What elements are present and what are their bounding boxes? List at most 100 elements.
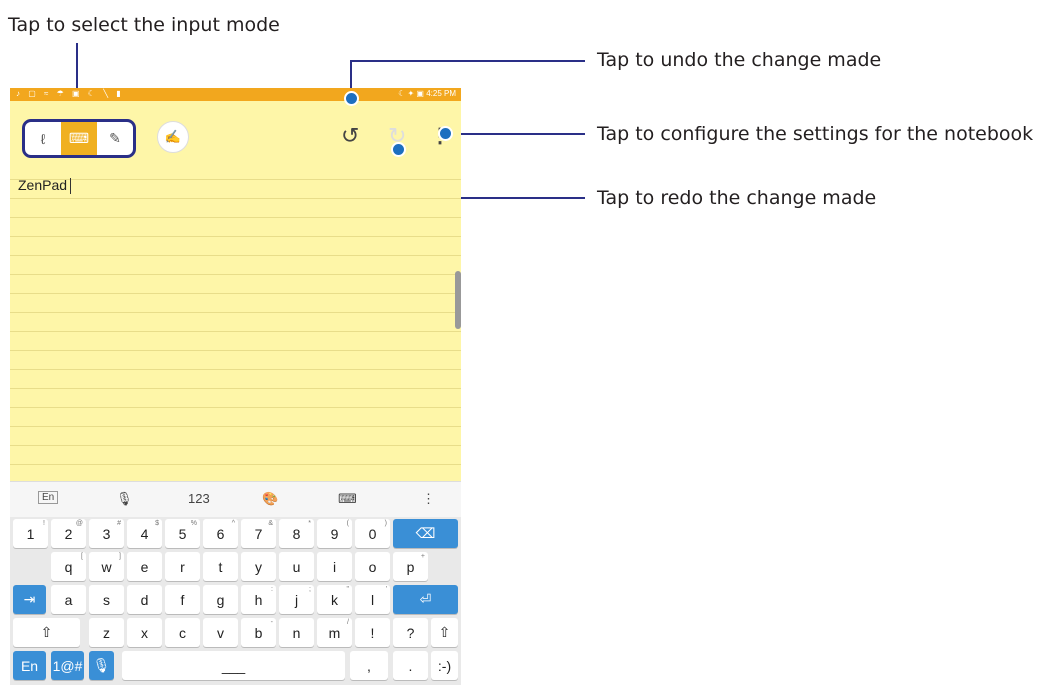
key-label: a <box>64 591 73 608</box>
scrollbar[interactable] <box>455 271 461 329</box>
key-r[interactable]: r <box>165 552 200 581</box>
key-b[interactable]: b- <box>241 618 276 647</box>
key-label: i <box>332 558 337 575</box>
key-z[interactable]: z <box>89 618 124 647</box>
key-j[interactable]: j; <box>279 585 314 614</box>
key-3[interactable]: 3 # <box>89 519 124 548</box>
key-a[interactable]: a <box>51 585 86 614</box>
key-i[interactable]: i <box>317 552 352 581</box>
more-options-icon[interactable]: ⋮ <box>422 491 435 507</box>
key-w[interactable]: w] <box>89 552 124 581</box>
key-d[interactable]: d <box>127 585 162 614</box>
key-m[interactable]: m / <box>317 618 352 647</box>
enter-key[interactable]: ⏎ <box>393 585 458 614</box>
key-c[interactable]: c <box>165 618 200 647</box>
key-9[interactable]: 9( <box>317 519 352 548</box>
key-g[interactable]: g <box>203 585 238 614</box>
key-label: l <box>370 591 375 608</box>
theme-icon[interactable]: 🎨 <box>262 491 278 507</box>
key-2[interactable]: 2 @ <box>51 519 86 548</box>
key-label: m <box>328 624 341 641</box>
keyboard: 1! 2 @3 #4 $5% 6 ^ 7 & 8 * 9(0) ⌫ q[w] e r t y u i o p + ⇥ a s d… <box>10 517 461 685</box>
key-1[interactable]: 1! <box>13 519 48 548</box>
key-6[interactable]: 6 ^ <box>203 519 238 548</box>
key-label: ___ <box>221 657 246 674</box>
key-secondary-label: * <box>308 520 311 527</box>
shift-key-right[interactable]: ⇧ <box>431 618 458 647</box>
numbers-button[interactable]: 123 <box>188 491 210 506</box>
key-v[interactable]: v <box>203 618 238 647</box>
language-key[interactable]: En <box>13 651 46 680</box>
key-7[interactable]: 7 & <box>241 519 276 548</box>
key-label: r <box>180 558 185 575</box>
status-icons-right: ☾ ✦ ▣ 4:25 PM <box>398 89 456 98</box>
key-o[interactable]: o <box>355 552 390 581</box>
key-label: p <box>406 558 415 575</box>
key-label: 2 <box>64 525 73 542</box>
key-q[interactable]: q[ <box>51 552 86 581</box>
key-u[interactable]: u <box>279 552 314 581</box>
space-key[interactable]: ___ <box>122 651 345 680</box>
keyboard-toolbar: En 🎙 123 🎨 ⌨ ⋮ <box>10 481 461 518</box>
callout-settings: Tap to configure the settings for the no… <box>597 123 1034 145</box>
key-secondary-label: " <box>346 586 350 593</box>
symbols-key[interactable]: 1@# <box>51 651 84 680</box>
handwriting-mode-button[interactable]: ℓ <box>25 122 61 155</box>
key-secondary-label: & <box>268 520 273 527</box>
key-label: g <box>216 591 225 608</box>
key-y[interactable]: y <box>241 552 276 581</box>
comma-key[interactable]: , <box>350 651 388 680</box>
key-question[interactable]: ? <box>393 618 428 647</box>
key-label: f <box>180 591 185 608</box>
key-label: o <box>368 558 377 575</box>
key-exclaim[interactable]: ! <box>355 618 390 647</box>
undo-icon: ↺ <box>341 123 360 148</box>
keyboard-mode-button[interactable]: ⌨ <box>61 122 97 155</box>
keyboard-settings-icon[interactable]: ⌨ <box>338 491 357 507</box>
key-label: 0 <box>368 525 377 542</box>
voice-key[interactable]: 🎙 <box>89 651 114 680</box>
voice-input-icon[interactable]: 🎙 <box>116 491 133 507</box>
key-f[interactable]: f <box>165 585 200 614</box>
key-label: 🎙 <box>92 657 111 673</box>
key-label: t <box>218 558 223 575</box>
keyboard-row-5: En 1@# 🎙 ___,.:-) <box>10 651 461 684</box>
callout-dot-redo <box>391 142 406 157</box>
key-label: j <box>294 591 299 608</box>
key-n[interactable]: n <box>279 618 314 647</box>
key-label: 1 <box>26 525 35 542</box>
key-label: b <box>254 624 263 641</box>
note-canvas[interactable]: ZenPad <box>10 161 461 481</box>
key-h[interactable]: h: <box>241 585 276 614</box>
key-label: h <box>254 591 263 608</box>
language-icon[interactable]: En <box>38 491 59 504</box>
pen-icon: ✎ <box>109 130 121 146</box>
key-k[interactable]: k " <box>317 585 352 614</box>
key-5[interactable]: 5% <box>165 519 200 548</box>
pen-mode-button[interactable]: ✎ <box>97 122 133 155</box>
keyboard-row-1: 1! 2 @3 #4 $5% 6 ^ 7 & 8 * 9(0) ⌫ <box>10 519 461 552</box>
key-x[interactable]: x <box>127 618 162 647</box>
key-p[interactable]: p + <box>393 552 428 581</box>
key-label: ⇧ <box>438 624 451 640</box>
key-4[interactable]: 4 $ <box>127 519 162 548</box>
undo-button[interactable]: ↺ <box>341 123 359 149</box>
backspace-key[interactable]: ⌫ <box>393 519 458 548</box>
tab-key[interactable]: ⇥ <box>13 585 46 614</box>
callout-line-undo-h <box>350 60 585 62</box>
key-secondary-label: ; <box>309 586 311 593</box>
smiley-key[interactable]: :-) <box>431 651 458 680</box>
period-key[interactable]: . <box>393 651 428 680</box>
shift-key-left[interactable]: ⇧ <box>13 618 80 647</box>
key-t[interactable]: t <box>203 552 238 581</box>
drawing-tool-button[interactable]: ✍ <box>157 121 189 153</box>
key-secondary-label: ^ <box>231 520 235 527</box>
note-text-content: ZenPad <box>18 177 68 193</box>
handwriting-icon: ℓ <box>40 130 46 147</box>
key-8[interactable]: 8 * <box>279 519 314 548</box>
key-s[interactable]: s <box>89 585 124 614</box>
key-e[interactable]: e <box>127 552 162 581</box>
key-l[interactable]: l ' <box>355 585 390 614</box>
key-0[interactable]: 0) <box>355 519 390 548</box>
status-icons-left: ♪ ▢ ≈ ☂ ▣ ☾ ╲ ▮ <box>16 89 124 98</box>
